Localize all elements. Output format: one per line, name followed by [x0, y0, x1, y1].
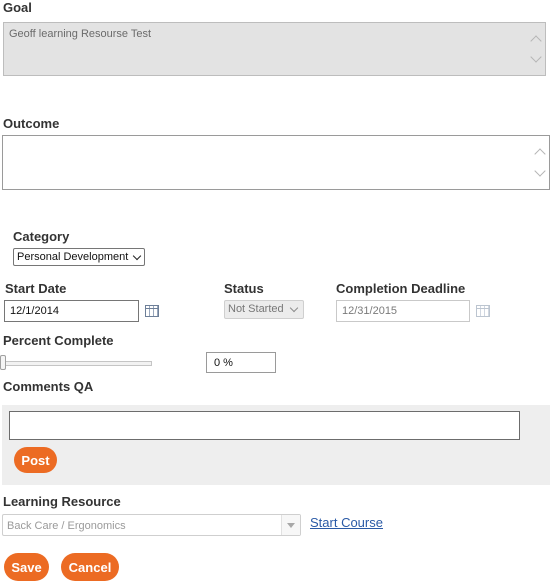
completion-deadline-value: 12/31/2015 [342, 305, 398, 317]
learning-resource-label: Learning Resource [3, 494, 121, 509]
learning-resource-select[interactable]: Back Care / Ergonomics [2, 514, 301, 536]
chevron-up-icon[interactable] [530, 35, 542, 47]
completion-deadline-input[interactable]: 12/31/2015 [336, 300, 470, 322]
goal-label: Goal [3, 0, 32, 15]
goal-scrollbar[interactable] [529, 23, 545, 75]
save-button[interactable]: Save [4, 553, 49, 581]
calendar-icon[interactable] [476, 305, 490, 317]
comment-input[interactable] [9, 411, 520, 440]
percent-complete-input[interactable]: 0 % [206, 352, 276, 373]
start-course-link[interactable]: Start Course [310, 515, 383, 530]
category-label: Category [13, 229, 70, 244]
start-date-value: 12/1/2014 [10, 305, 59, 317]
completion-deadline-label: Completion Deadline [336, 281, 466, 296]
category-select[interactable]: Personal Development [13, 248, 145, 266]
status-label: Status [224, 281, 264, 296]
calendar-icon[interactable] [145, 305, 159, 317]
outcome-scrollbar[interactable] [533, 136, 549, 189]
start-date-input[interactable]: 12/1/2014 [4, 300, 139, 322]
comments-label: Comments QA [3, 379, 94, 394]
percent-slider-handle[interactable] [0, 355, 6, 370]
caret-down-icon [287, 523, 295, 528]
status-selected: Not Started [228, 303, 284, 315]
category-selected: Personal Development [17, 251, 129, 263]
chevron-down-icon [132, 251, 142, 261]
start-date-label: Start Date [5, 281, 67, 296]
chevron-down-icon [289, 303, 299, 313]
percent-slider-track[interactable] [4, 361, 152, 366]
outcome-textarea[interactable] [2, 135, 550, 190]
outcome-label: Outcome [3, 116, 60, 131]
percent-complete-value: 0 % [214, 357, 233, 369]
status-select[interactable]: Not Started [224, 300, 304, 319]
chevron-down-icon[interactable] [530, 51, 542, 63]
chevron-down-icon[interactable] [534, 165, 546, 177]
dropdown-button[interactable] [281, 515, 300, 535]
percent-complete-label: Percent Complete [3, 333, 114, 348]
chevron-up-icon[interactable] [534, 148, 546, 160]
learning-resource-selected: Back Care / Ergonomics [7, 520, 126, 532]
post-button[interactable]: Post [14, 447, 57, 473]
goal-textarea[interactable]: Geoff learning Resourse Test [3, 22, 546, 76]
cancel-button[interactable]: Cancel [61, 553, 119, 581]
goal-value: Geoff learning Resourse Test [9, 28, 152, 40]
